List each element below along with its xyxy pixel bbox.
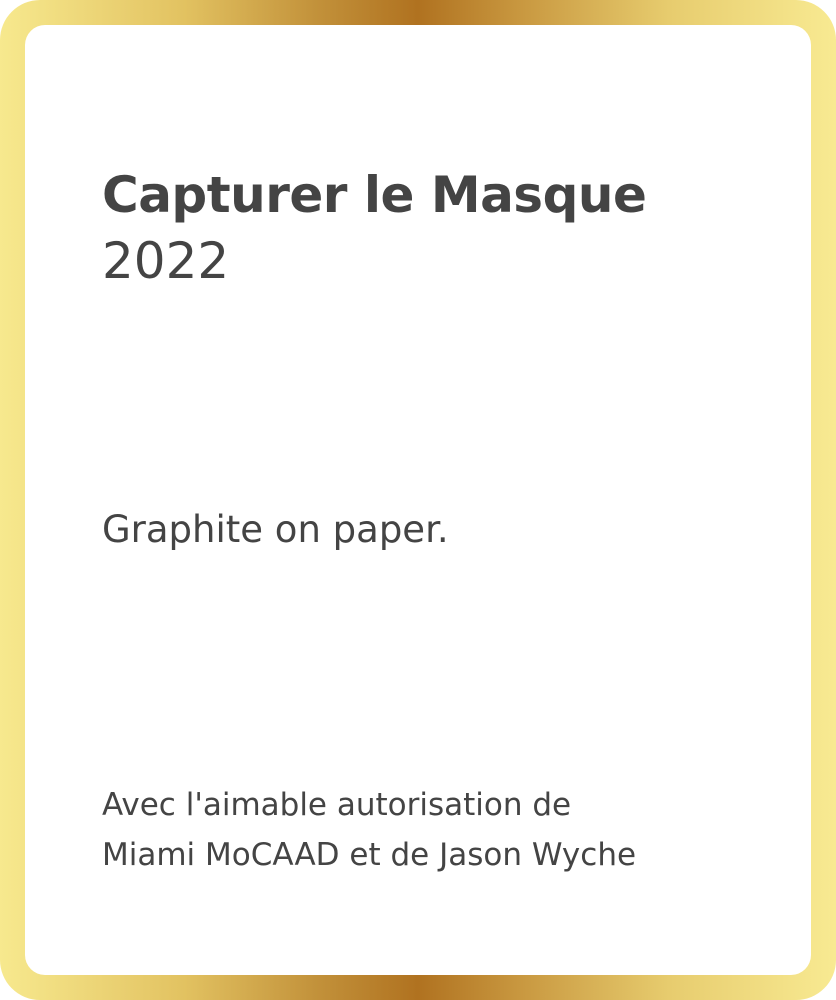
artwork-credit: Avec l'aimable autorisation de Miami MoC… xyxy=(102,780,636,880)
credit-line-1: Avec l'aimable autorisation de xyxy=(102,787,572,823)
artwork-medium: Graphite on paper. xyxy=(102,508,449,551)
artwork-year: 2022 xyxy=(102,232,230,290)
artwork-title: Capturer le Masque xyxy=(102,166,647,224)
artwork-label-card: Capturer le Masque 2022 Graphite on pape… xyxy=(25,25,811,975)
gold-frame: Capturer le Masque 2022 Graphite on pape… xyxy=(0,0,836,1000)
credit-line-2: Miami MoCAAD et de Jason Wyche xyxy=(102,837,637,873)
